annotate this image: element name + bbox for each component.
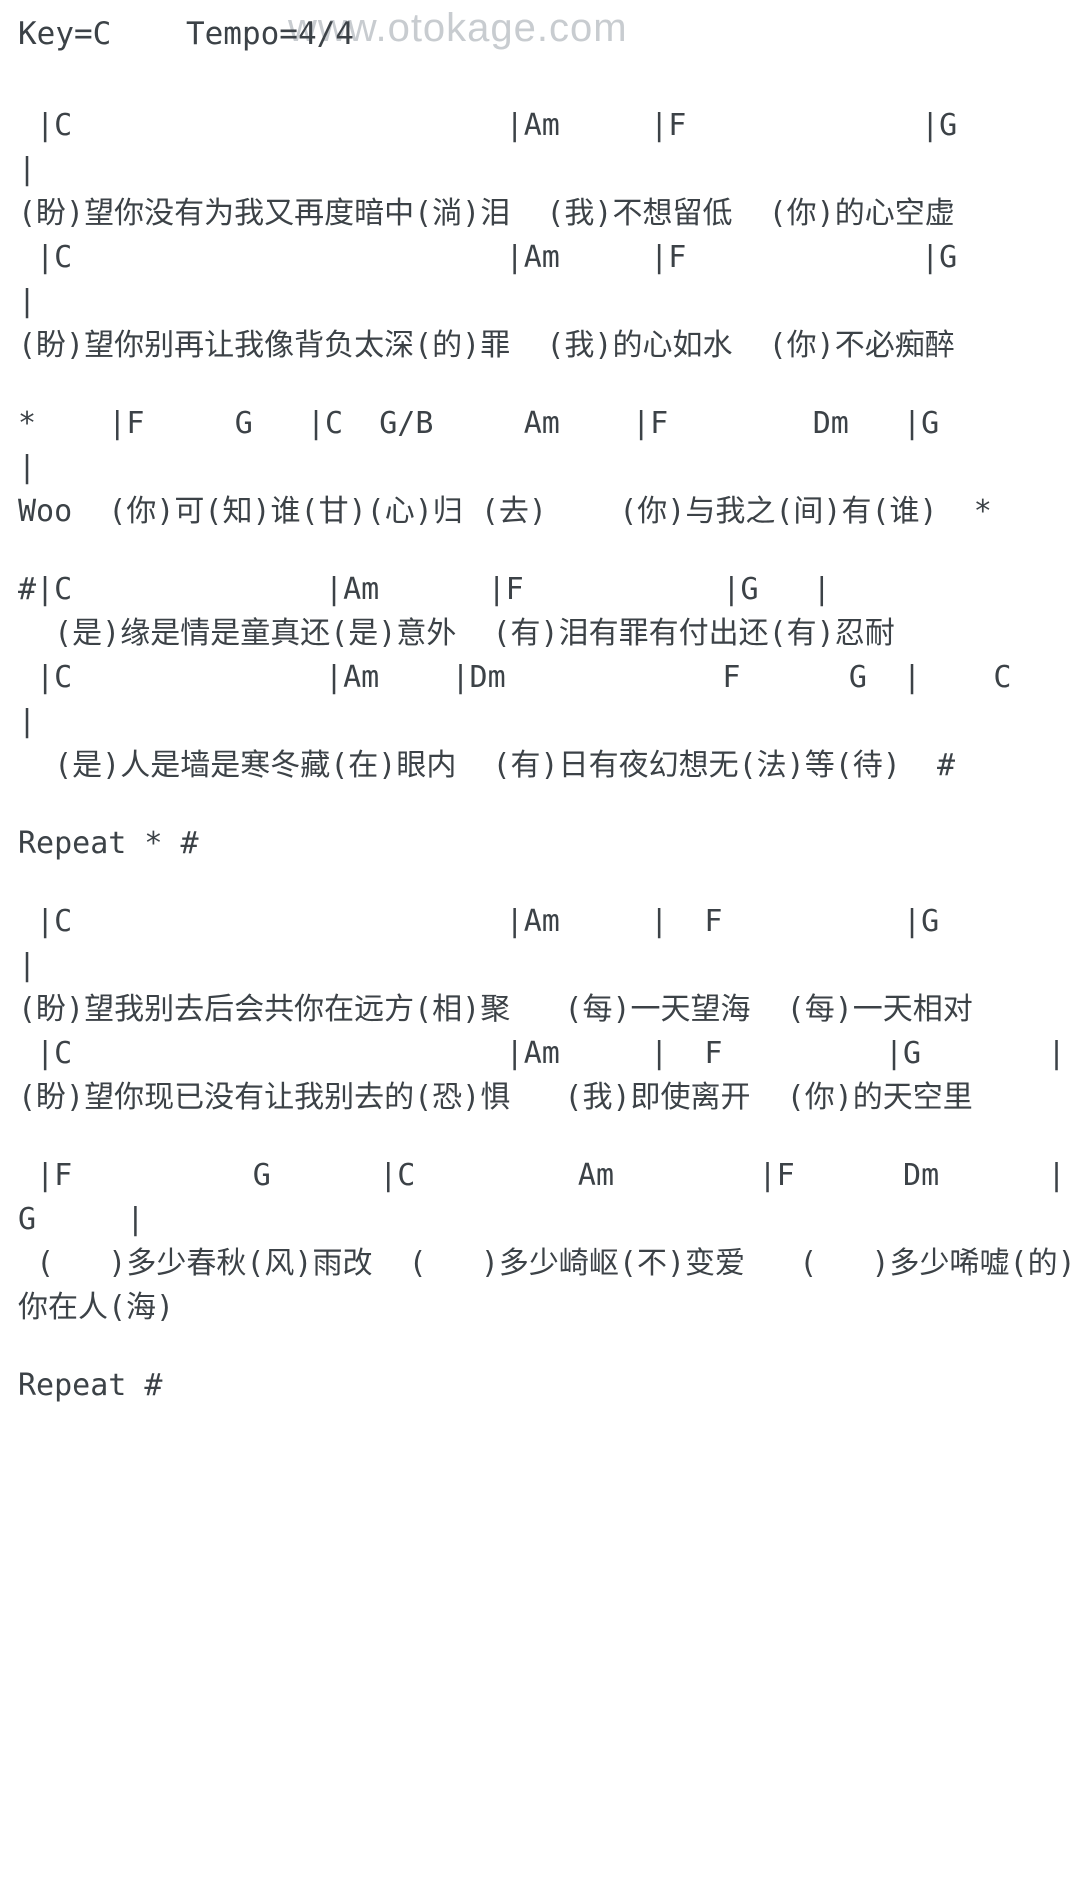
section-verse-1: |C |Am |F |G | (盼)望你没有为我又再度暗中(淌)泪 (我)不想留低…: [0, 104, 1080, 368]
chords-line: |C |Am |Dm F G | C |: [18, 660, 1080, 739]
marker-line: Repeat #: [18, 1368, 163, 1403]
lyrics-line: ( )多少春秋(风)雨改 ( )多少崎岖(不)变爱 ( )多少唏嘘(的)你在人(…: [18, 1246, 1076, 1325]
section-verse-2: |C |Am | F |G | (盼)望我别去后会共你在远方(相)聚 (每)一天望…: [0, 900, 1080, 1120]
lyrics-line: (盼)望我别去后会共你在远方(相)聚 (每)一天望海 (每)一天相对: [18, 992, 973, 1027]
chords-line: |C |Am | F |G |: [18, 1036, 1066, 1071]
marker-line: Repeat * #: [18, 826, 199, 861]
section-repeat-1: Repeat * #: [0, 822, 1080, 866]
lyrics-line: Woo (你)可(知)谁(甘)(心)归 (去) (你)与我之(间)有(谁) *: [18, 494, 992, 529]
chords-line: * |F G |C G/B Am |F Dm |G |: [18, 406, 1080, 485]
chords-line: #|C |Am |F |G |: [18, 572, 831, 607]
section-outro: |F G |C Am |F Dm |G | ( )多少春秋(风)雨改 ( )多少…: [0, 1154, 1080, 1330]
lyrics-line: (盼)望你别再让我像背负太深(的)罪 (我)的心如水 (你)不必痴醉: [18, 328, 955, 363]
chords-line: |C |Am |F |G |: [18, 108, 1080, 187]
lyrics-line: (盼)望你现已没有让我别去的(恐)惧 (我)即使离开 (你)的天空里: [18, 1080, 973, 1115]
section-repeat-2: Repeat #: [0, 1364, 1080, 1408]
section-bridge-star: * |F G |C G/B Am |F Dm |G | Woo (你)可(知)谁(…: [0, 402, 1080, 534]
chords-line: |C |Am |F |G |: [18, 240, 1080, 319]
chords-line: |C |Am | F |G |: [18, 904, 1066, 983]
lyrics-line: (是)人是墙是寒冬藏(在)眼内 (有)日有夜幻想无(法)等(待) #: [18, 748, 956, 783]
chords-line: |F G |C Am |F Dm |G |: [18, 1158, 1066, 1237]
lyrics-line: (盼)望你没有为我又再度暗中(淌)泪 (我)不想留低 (你)的心空虚: [18, 196, 955, 231]
sections-container: |C |Am |F |G | (盼)望你没有为我又再度暗中(淌)泪 (我)不想留低…: [0, 104, 1080, 1442]
lyrics-line: (是)缘是情是童真还(是)意外 (有)泪有罪有付出还(有)忍耐: [18, 616, 895, 651]
section-chorus-hash: #|C |Am |F |G | (是)缘是情是童真还(是)意外 (有)泪有罪有付…: [0, 568, 1080, 788]
song-meta-line: Key=C Tempo=4/4: [18, 16, 354, 52]
